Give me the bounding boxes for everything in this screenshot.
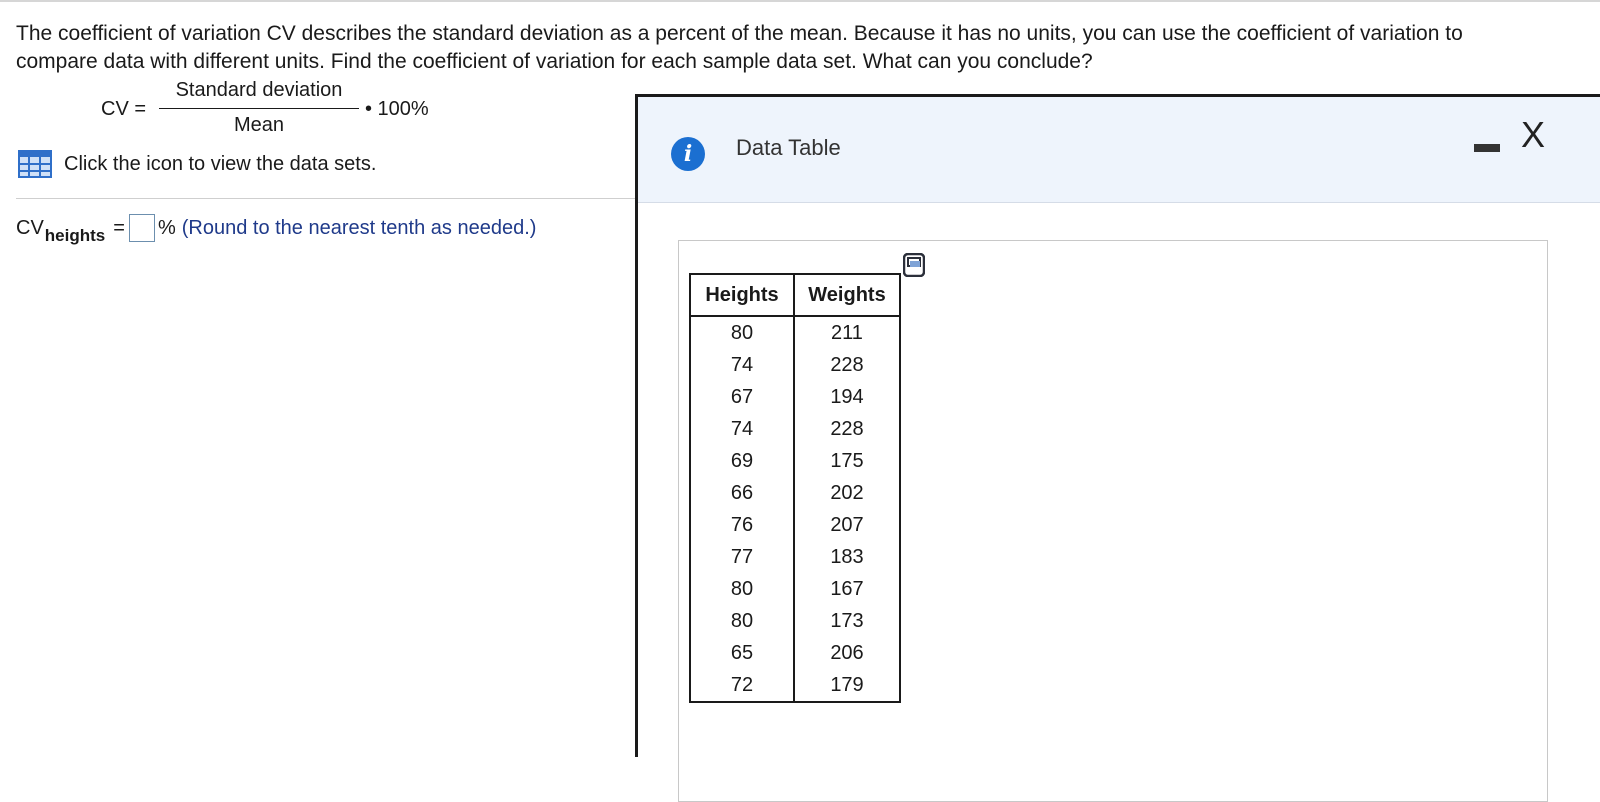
data-panel: Heights Weights 80 211 74 228 67 194 74 228 …	[678, 240, 1548, 802]
height-cell: 65	[689, 637, 795, 669]
problem-statement: The coefficient of variation CV describe…	[16, 22, 1463, 73]
column-header-weights: Weights	[793, 273, 901, 317]
data-table-dialog: i Data Table X Heights Weights 80 211 74 2…	[635, 94, 1600, 802]
info-icon: i	[671, 137, 705, 171]
section-divider	[16, 198, 636, 199]
data-table: Heights Weights 80 211 74 228 67 194 74 228 …	[689, 273, 901, 703]
weight-cell: 175	[793, 445, 901, 477]
weight-cell: 202	[793, 477, 901, 509]
weight-cell: 211	[793, 316, 901, 349]
height-cell: 66	[689, 477, 795, 509]
hint-text: Click the icon to view the data sets.	[64, 152, 377, 175]
height-cell: 69	[689, 445, 795, 477]
equals-sign: =	[113, 216, 125, 239]
height-cell: 77	[689, 541, 795, 573]
table-grid-icon[interactable]	[18, 150, 52, 178]
table-row: 74 228	[689, 413, 901, 445]
formula-fraction: Standard deviation Mean	[159, 78, 359, 137]
table-row: 80 211	[689, 316, 901, 349]
table-row: 74 228	[689, 349, 901, 381]
height-cell: 74	[689, 349, 795, 381]
table-row: 80 173	[689, 605, 901, 637]
dialog-header[interactable]: i Data Table X	[638, 97, 1600, 203]
height-cell: 80	[689, 605, 795, 637]
answer-row: CV heights = % (Round to the nearest ten…	[16, 214, 537, 245]
height-cell: 76	[689, 509, 795, 541]
height-cell: 72	[689, 669, 795, 703]
weight-cell: 228	[793, 413, 901, 445]
close-icon[interactable]: X	[1521, 113, 1545, 157]
height-cell: 74	[689, 413, 795, 445]
cv-label: CV	[16, 216, 44, 239]
weight-cell: 194	[793, 381, 901, 413]
cv-formula: CV = Standard deviation Mean • 100%	[101, 78, 461, 142]
cv-subscript: heights	[44, 226, 106, 245]
formula-numerator: Standard deviation	[175, 79, 343, 101]
cv-heights-input[interactable]	[128, 214, 155, 242]
weight-cell: 228	[793, 349, 901, 381]
weight-cell: 173	[793, 605, 901, 637]
height-cell: 80	[689, 316, 795, 349]
table-row: 66 202	[689, 477, 901, 509]
table-row: 72 179	[689, 669, 901, 703]
percent-sign: %	[157, 216, 176, 239]
table-row: 77 183	[689, 541, 901, 573]
weight-cell: 183	[793, 541, 901, 573]
table-row: 67 194	[689, 381, 901, 413]
column-header-heights: Heights	[689, 273, 795, 317]
minimize-icon[interactable]	[1474, 144, 1500, 152]
table-row: 65 206	[689, 637, 901, 669]
top-divider	[0, 0, 1600, 2]
height-cell: 67	[689, 381, 795, 413]
copy-icon[interactable]	[902, 252, 926, 278]
weight-cell: 167	[793, 573, 901, 605]
table-row: 76 207	[689, 509, 901, 541]
formula-lhs: CV =	[101, 98, 147, 120]
table-row: 69 175	[689, 445, 901, 477]
weight-cell: 207	[793, 509, 901, 541]
height-cell: 80	[689, 573, 795, 605]
formula-denominator: Mean	[233, 114, 285, 136]
formula-multiplier: • 100%	[365, 98, 429, 120]
dialog-title: Data Table	[736, 135, 841, 160]
fraction-bar	[159, 108, 359, 109]
rounding-note: (Round to the nearest tenth as needed.)	[181, 216, 537, 239]
weight-cell: 179	[793, 669, 901, 703]
table-row: 80 167	[689, 573, 901, 605]
data-sets-hint: Click the icon to view the data sets.	[18, 150, 376, 178]
weight-cell: 206	[793, 637, 901, 669]
